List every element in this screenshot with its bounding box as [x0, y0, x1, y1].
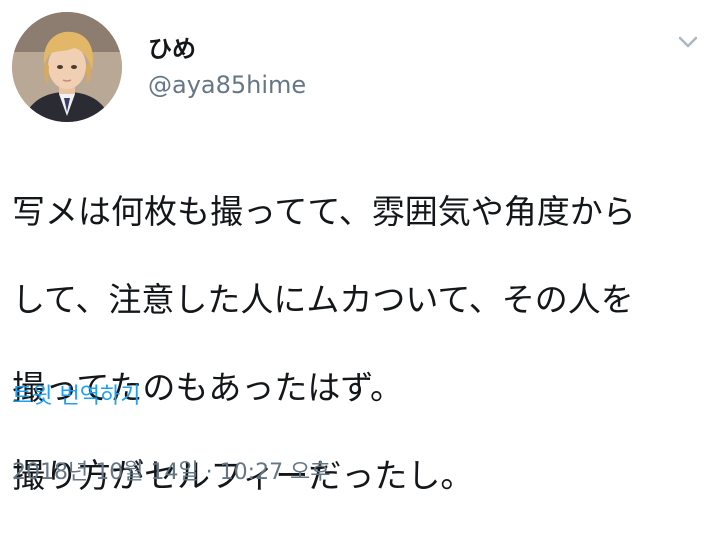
tweet-text-line: して、注意した人にムカついて、その人を [12, 280, 634, 319]
chevron-down-icon[interactable] [672, 26, 704, 58]
tweet-timestamp[interactable]: 2018년 10월 14일 · 10:27 오후 [12, 458, 331, 488]
user-handle[interactable]: @aya85hime [148, 70, 306, 100]
display-name[interactable]: ひめ [148, 34, 196, 64]
avatar-photo [12, 12, 122, 122]
translate-tweet-link[interactable]: 트윗 번역하기 [12, 382, 140, 412]
tweet-text-line: 写メは何枚も撮ってて、雰囲気や角度から [12, 192, 636, 231]
avatar[interactable] [12, 12, 122, 122]
